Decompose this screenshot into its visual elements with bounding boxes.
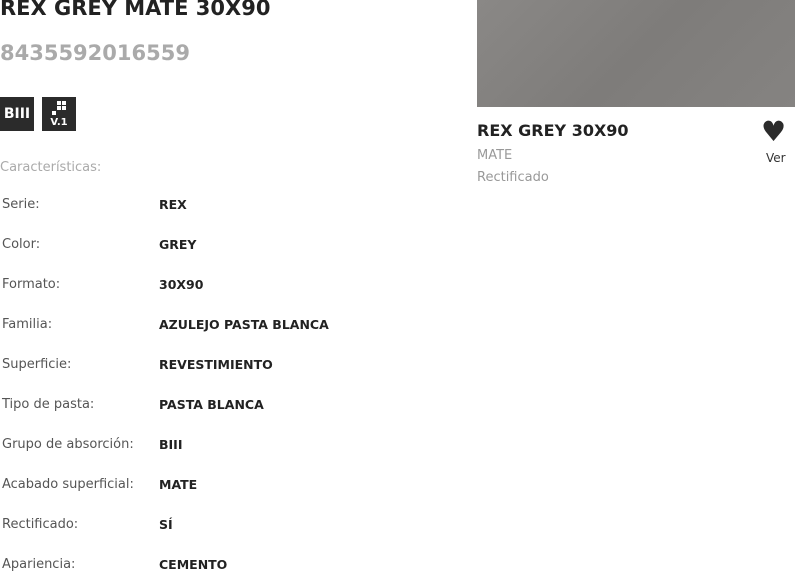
feature-value: CEMENTO xyxy=(159,557,228,572)
feature-label: Serie: xyxy=(2,197,40,212)
features-heading: Características: xyxy=(0,160,102,175)
product-ean: 8435592016559 xyxy=(0,41,190,65)
feature-label: Formato: xyxy=(2,277,61,292)
heart-icon[interactable]: ♥ xyxy=(761,118,786,146)
feature-label: Apariencia: xyxy=(2,557,76,572)
feature-label: Acabado superficial: xyxy=(2,477,134,492)
feature-label: Grupo de absorción: xyxy=(2,437,134,452)
feature-value: 30X90 xyxy=(159,277,204,292)
view-link[interactable]: Ver xyxy=(766,151,786,165)
product-image[interactable] xyxy=(477,0,795,107)
feature-value: SÍ xyxy=(159,517,173,532)
card-title[interactable]: REX GREY 30X90 xyxy=(477,121,629,140)
feature-label: Rectificado: xyxy=(2,517,79,532)
badge-label: V.1 xyxy=(50,116,68,128)
feature-value: GREY xyxy=(159,237,197,252)
grid-icon xyxy=(52,100,66,115)
feature-value: MATE xyxy=(159,477,198,492)
variation-badge: V.1 xyxy=(42,97,76,131)
absorption-badge: BIII xyxy=(0,97,34,131)
feature-label: Superficie: xyxy=(2,357,72,372)
feature-value: PASTA BLANCA xyxy=(159,397,264,412)
feature-label: Familia: xyxy=(2,317,53,332)
card-edge: Rectificado xyxy=(477,170,549,185)
feature-value: REX xyxy=(159,197,187,212)
feature-value: BIII xyxy=(159,437,183,452)
card-finish: MATE xyxy=(477,148,513,163)
feature-label: Color: xyxy=(2,237,41,252)
product-title: REX GREY MATE 30X90 xyxy=(0,0,271,20)
badge-label: BIII xyxy=(3,106,31,122)
feature-value: REVESTIMIENTO xyxy=(159,357,273,372)
feature-label: Tipo de pasta: xyxy=(2,397,95,412)
feature-value: AZULEJO PASTA BLANCA xyxy=(159,317,329,332)
